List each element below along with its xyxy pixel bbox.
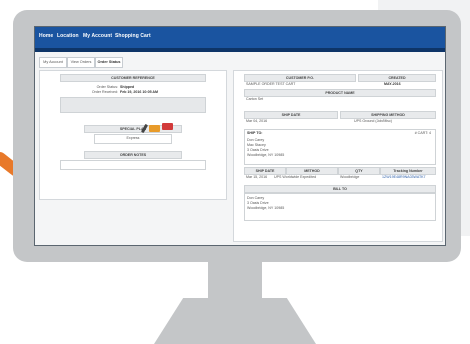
monitor-screen: Home Location My Account Shopping Cart M…: [34, 26, 446, 246]
ship-to-label: SHIP TO:: [247, 131, 263, 135]
plan-value: Express: [126, 136, 140, 140]
ship-date-value: Mar 04, 2016: [246, 119, 268, 123]
plan-field: Express: [94, 134, 172, 144]
order-notes-field[interactable]: [60, 160, 206, 170]
tracking-col-header: Tracking Number: [380, 167, 436, 175]
app-header-bar: Home Location My Account Shopping Cart: [35, 27, 445, 52]
order-status-value: Shipped: [120, 85, 135, 89]
ship-to-line: Don Carey: [247, 138, 265, 142]
tracking-number-link[interactable]: 1ZW19E48R9NA03WATK7: [382, 175, 426, 179]
credit-card-icon: [149, 125, 160, 132]
bill-to-line: Don Carey: [247, 196, 265, 200]
shipping-method-header: SHIPPING METHOD: [340, 111, 436, 119]
ship-to-line: 3 Oasis Drive: [247, 148, 269, 152]
shipping-method-value: UPS Ground (Job/Misc): [354, 119, 392, 123]
nav-my-account[interactable]: My Account: [83, 33, 112, 39]
qty-col-header: QTY: [338, 167, 380, 175]
bill-to-header: BILL TO: [244, 185, 436, 193]
customer-po-header: CUSTOMER P.O.: [244, 74, 356, 82]
customer-reference-header: CUSTOMER REFERENCE: [60, 74, 206, 82]
payment-area: [60, 97, 206, 113]
product-name-header: PRODUCT NAME: [244, 89, 436, 97]
order-notes-header: ORDER NOTES: [84, 151, 182, 159]
method-col-header: METHOD: [286, 167, 338, 175]
ship-date-col-header: SHIP DATE: [244, 167, 286, 175]
tab-view-orders[interactable]: View Orders: [67, 57, 95, 68]
shipment-qty: Woodbridge: [340, 175, 360, 179]
nav-location[interactable]: Location: [57, 33, 79, 39]
monitor-base: [154, 298, 316, 344]
cart-label: # CART: 4: [414, 131, 431, 135]
bill-to-line: 3 Oasis Drive: [247, 201, 269, 205]
monitor-neck: [208, 262, 262, 298]
customer-po-value: SAMPLE ORDER TEST CART: [246, 82, 296, 86]
created-value: MAY-2016: [384, 82, 401, 86]
ship-to-line: Woodbridge, NY 10985: [247, 153, 285, 157]
left-panel: CUSTOMER REFERENCE Order Status: Shipped…: [39, 70, 227, 200]
created-header: CREATED: [358, 74, 436, 82]
bill-to-line: Woodbridge, NY 10985: [247, 206, 285, 210]
ship-to-box: SHIP TO: # CART: 4 Don Carey Mac Stacey …: [244, 129, 436, 165]
product-name-value: Carton Set: [246, 97, 264, 101]
order-received-label: Order Received:: [91, 90, 118, 94]
ship-to-line: Mac Stacey: [247, 143, 266, 147]
right-panel: CUSTOMER P.O. CREATED SAMPLE ORDER TEST …: [233, 70, 443, 242]
tab-order-status[interactable]: Order Status: [95, 57, 123, 68]
order-received-value: Feb 19, 2016 10:05 AM: [120, 90, 159, 94]
shipment-ship-date: Mar 15, 2016: [246, 175, 268, 179]
shipment-method: UPS Worldwide Expedited: [274, 175, 317, 179]
ship-date-header: SHIP DATE: [244, 111, 338, 119]
tab-my-account[interactable]: My Account: [39, 57, 67, 68]
nav-home[interactable]: Home: [39, 33, 53, 39]
nav-shopping-cart[interactable]: Shopping Cart: [115, 33, 151, 39]
credit-card-icon: [162, 123, 173, 130]
order-status-label: Order Status:: [96, 85, 118, 89]
bill-to-box: Don Carey 3 Oasis Drive Woodbridge, NY 1…: [244, 193, 436, 221]
